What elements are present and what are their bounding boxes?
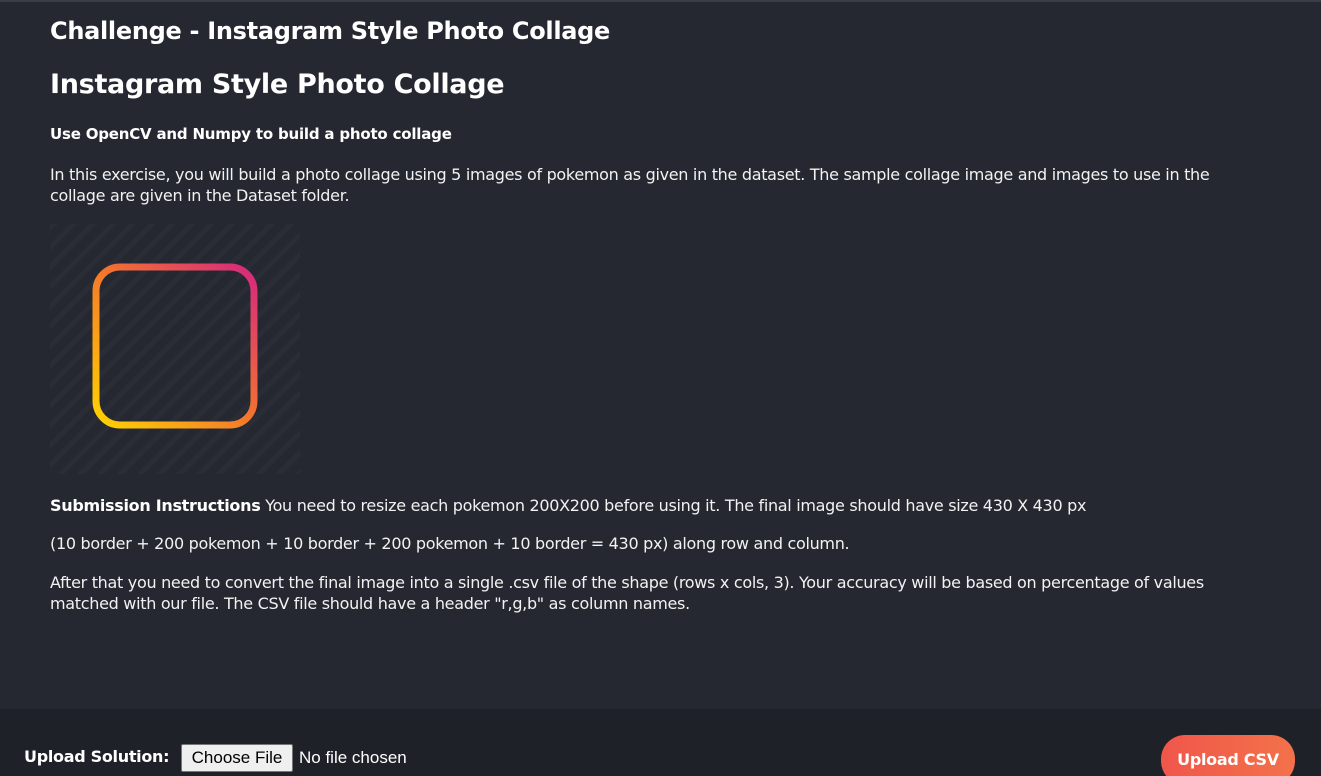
description-subheading: Use OpenCV and Numpy to build a photo co… [50, 125, 452, 143]
challenge-title: Challenge - Instagram Style Photo Collag… [50, 17, 611, 45]
upload-solution-label: Upload Solution: [24, 747, 170, 766]
submission-line-3: After that you need to convert the final… [50, 573, 1204, 613]
collage-layout-image [50, 224, 300, 474]
submission-instructions-label: Submission Instructions [50, 496, 261, 515]
description-intro: In this exercise, you will build a photo… [50, 165, 1210, 205]
submission-line-1-text: You need to resize each pokemon 200X200 … [260, 496, 1087, 515]
description-heading: Instagram Style Photo Collage [50, 69, 505, 100]
challenge-page: Challenge - Instagram Style Photo Collag… [0, 0, 1321, 776]
file-status-text: No file chosen [299, 748, 407, 767]
upload-bar: Upload Solution: Choose File No file cho… [0, 709, 1321, 776]
choose-file-button[interactable]: Choose File [181, 744, 293, 772]
submission-line-2: (10 border + 200 pokemon + 10 border + 2… [50, 534, 850, 553]
submission-line-1: Submission Instructions You need to resi… [50, 495, 1260, 516]
upload-csv-button[interactable]: Upload CSV [1161, 735, 1295, 776]
